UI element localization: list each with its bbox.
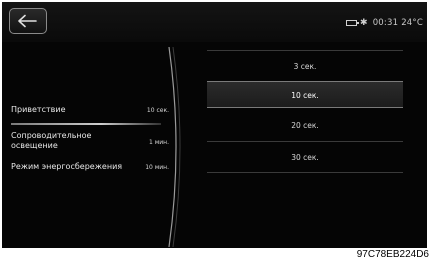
setting-label: Приветствие [11,105,66,114]
display-screen: ✱ 00:31 24°C Приветствие 10 сек. Сопрово… [2,2,427,248]
back-button[interactable] [9,8,47,34]
settings-list: Приветствие 10 сек. Сопроводительное осв… [2,42,177,248]
setting-label: Сопроводительное освещение [11,131,92,150]
top-bar: ✱ 00:31 24°C [2,2,427,42]
bluetooth-icon: ✱ [359,18,368,28]
battery-icon [345,20,359,26]
option-3-sec[interactable]: 3 сек. [207,53,403,80]
status-area: ✱ 00:31 24°C [345,16,423,30]
panel-divider [168,47,181,247]
image-code: 97C78EB224D6 [356,249,429,260]
back-arrow-icon [18,14,37,28]
setting-energy-saving[interactable]: Режим энергосбережения 10 мин. [11,162,169,176]
setting-value: 10 мин. [145,164,169,171]
clock: 00:31 [372,18,399,28]
option-divider [207,172,403,173]
option-divider [207,141,403,142]
setting-value: 10 сек. [146,107,169,114]
option-10-sec[interactable]: 10 сек. [207,81,403,108]
setting-greeting[interactable]: Приветствие 10 сек. [11,105,169,125]
option-20-sec[interactable]: 20 сек. [207,112,403,139]
temperature: 24°C [401,18,423,28]
option-divider [207,50,403,51]
setting-value: 1 мин. [149,139,169,146]
setting-label: Режим энергосбережения [11,162,123,171]
option-30-sec[interactable]: 30 сек. [207,144,403,171]
setting-escort-lighting[interactable]: Сопроводительное освещение 1 мин. [11,131,169,153]
